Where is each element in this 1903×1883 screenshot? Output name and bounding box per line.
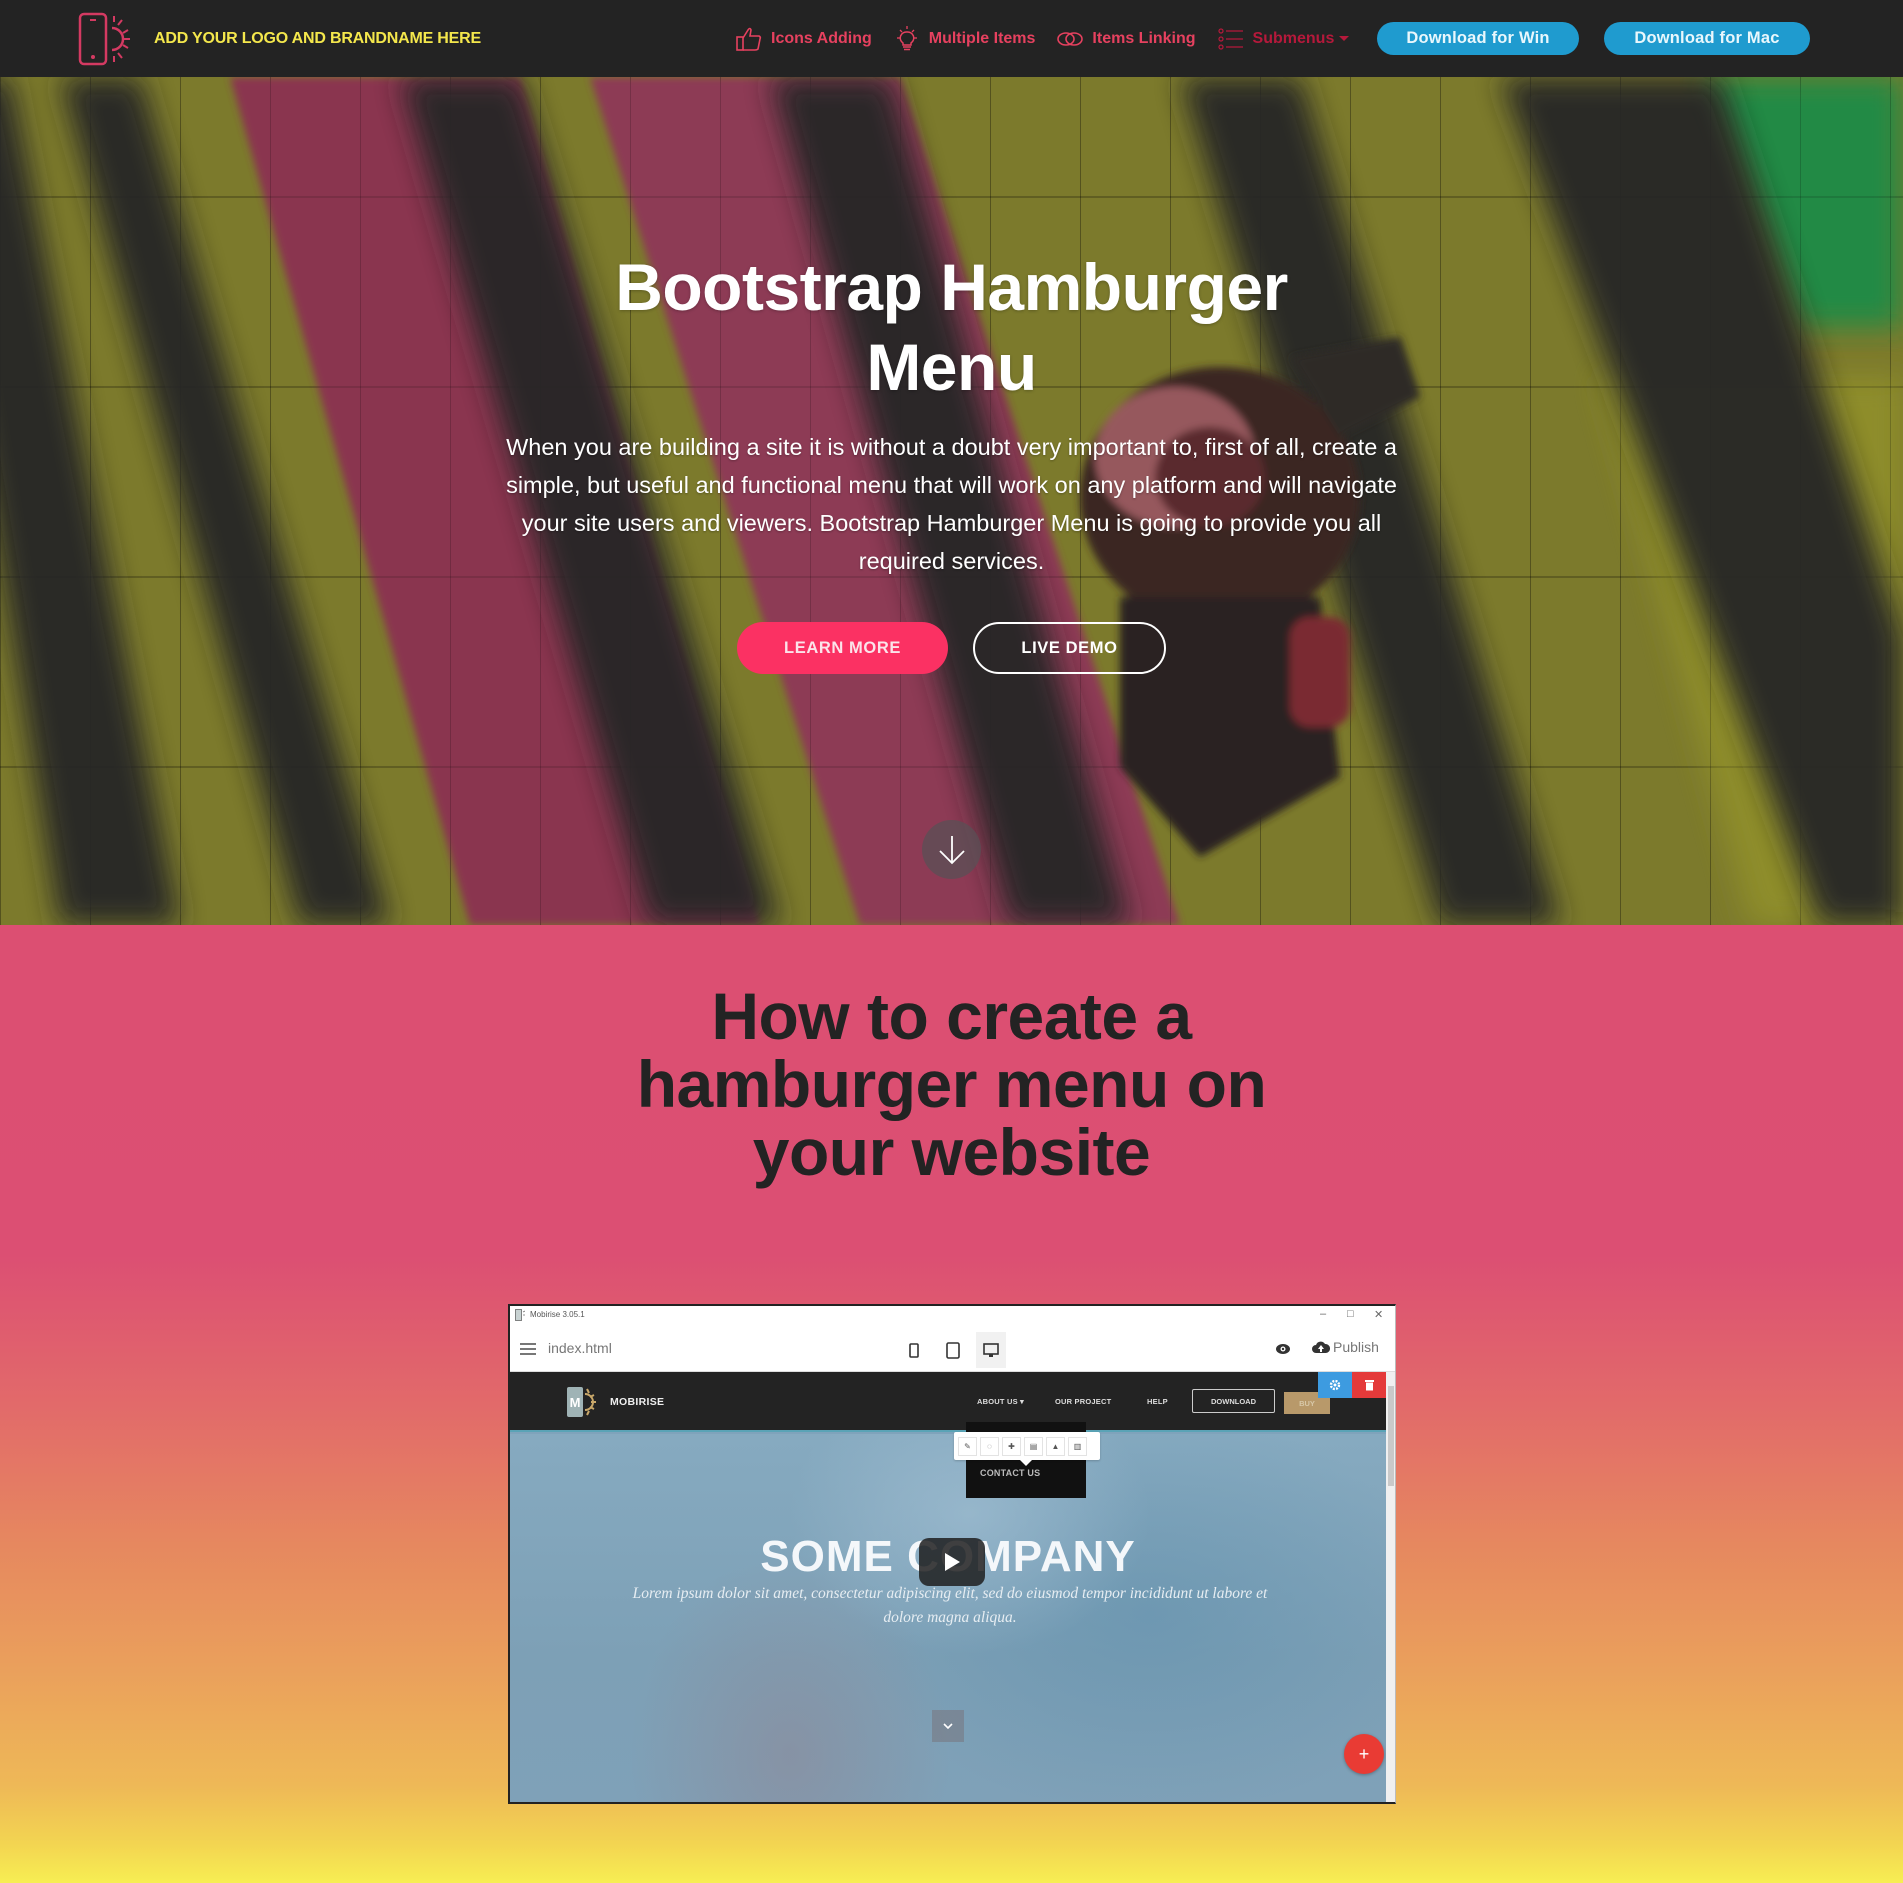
app-window-title: Mobirise 3.05.1 bbox=[530, 1310, 585, 1319]
site-nav-help[interactable]: HELP bbox=[1147, 1397, 1168, 1406]
link-edit-toolbar: ✎ ◌ ✚ ▤ ▲ ▥ bbox=[954, 1432, 1100, 1466]
site-nav-project[interactable]: OUR PROJECT bbox=[1055, 1397, 1111, 1406]
tablet-view-button[interactable] bbox=[938, 1332, 968, 1368]
phone-sun-logo-icon bbox=[78, 12, 130, 66]
live-demo-button[interactable]: LIVE DEMO bbox=[973, 622, 1166, 674]
mobirise-logo-icon: M bbox=[567, 1387, 596, 1417]
link-icon[interactable]: ✎ bbox=[958, 1436, 977, 1456]
thumbs-up-icon bbox=[736, 27, 762, 51]
dropdown-item-contact-us[interactable]: CONTACT US bbox=[980, 1468, 1040, 1478]
download-win-button[interactable]: Download for Win bbox=[1377, 22, 1579, 55]
site-preview: M MOBIRISE ABOUT US ▾ OUR PROJECT HELP D… bbox=[510, 1372, 1386, 1802]
mobile-icon bbox=[909, 1342, 919, 1358]
app-toolbar: index.html Publish bbox=[510, 1326, 1395, 1372]
nav-links: Icons Adding Multiple Items Items Linkin… bbox=[735, 0, 1370, 77]
hero-description: When you are building a site it is witho… bbox=[506, 434, 1397, 574]
download-mac-button[interactable]: Download for Mac bbox=[1604, 22, 1810, 55]
delete-item-icon[interactable]: ▥ bbox=[1068, 1436, 1087, 1456]
caret-down-icon bbox=[1339, 36, 1350, 41]
play-icon bbox=[945, 1553, 960, 1571]
plus-icon: + bbox=[1358, 1743, 1370, 1764]
nav-link-label: Multiple Items bbox=[928, 29, 1036, 47]
gear-icon bbox=[1329, 1379, 1341, 1391]
maximize-icon[interactable]: □ bbox=[1347, 1308, 1354, 1320]
icon-picker-icon[interactable]: ◌ bbox=[980, 1436, 999, 1456]
nav-link-icons-adding[interactable]: Icons Adding bbox=[735, 25, 872, 53]
nav-link-submenus[interactable]: Submenus bbox=[1217, 25, 1350, 53]
hero-title-line2: Menu bbox=[866, 330, 1037, 404]
desktop-icon bbox=[983, 1342, 999, 1357]
hamburger-menu-icon[interactable] bbox=[520, 1342, 536, 1356]
svg-text:M: M bbox=[570, 1395, 581, 1410]
cloud-upload-icon bbox=[1312, 1341, 1330, 1353]
mobile-view-button[interactable] bbox=[899, 1332, 929, 1368]
howto-title-line2: hamburger menu on bbox=[636, 1047, 1267, 1121]
site-brand: MOBIRISE bbox=[610, 1396, 665, 1408]
minimize-icon[interactable]: – bbox=[1320, 1308, 1326, 1320]
arrow-down-icon bbox=[938, 835, 965, 864]
toolbar-pointer bbox=[1020, 1460, 1032, 1466]
publish-button[interactable]: Publish bbox=[1312, 1339, 1379, 1355]
add-block-fab[interactable]: + bbox=[1344, 1734, 1384, 1774]
nav-link-label: Submenus bbox=[1252, 29, 1335, 47]
brand-name: ADD YOUR LOGO AND BRANDNAME HERE bbox=[154, 30, 481, 47]
trash-icon bbox=[1364, 1380, 1374, 1391]
add-submenu-icon[interactable]: ▤ bbox=[1024, 1436, 1043, 1456]
app-filename: index.html bbox=[548, 1340, 612, 1356]
navbar: ADD YOUR LOGO AND BRANDNAME HERE Icons A… bbox=[0, 0, 1903, 77]
video-play-button[interactable] bbox=[919, 1538, 985, 1586]
preview-eye-icon[interactable] bbox=[1274, 1342, 1292, 1356]
site-scroll-down-button[interactable] bbox=[932, 1710, 964, 1742]
chevron-down-icon bbox=[943, 1723, 953, 1729]
scrollbar-thumb[interactable] bbox=[1388, 1386, 1394, 1486]
nav-link-items-linking[interactable]: Items Linking bbox=[1056, 25, 1196, 53]
add-item-icon[interactable]: ✚ bbox=[1002, 1436, 1021, 1456]
hero-section: Bootstrap Hamburger Menu When you are bu… bbox=[0, 77, 1903, 925]
tablet-icon bbox=[946, 1341, 960, 1359]
close-icon[interactable]: ✕ bbox=[1374, 1308, 1383, 1321]
link-icon bbox=[1057, 31, 1084, 46]
block-delete-button[interactable] bbox=[1352, 1372, 1386, 1398]
move-up-icon[interactable]: ▲ bbox=[1046, 1436, 1065, 1456]
site-navbar: M MOBIRISE ABOUT US ▾ OUR PROJECT HELP D… bbox=[510, 1372, 1386, 1432]
site-subtitle: Lorem ipsum dolor sit amet, consectetur … bbox=[632, 1585, 1268, 1626]
mobirise-app-icon bbox=[515, 1309, 525, 1321]
app-titlebar: Mobirise 3.05.1 – □ ✕ bbox=[510, 1306, 1395, 1326]
site-nav-about[interactable]: ABOUT US ▾ bbox=[977, 1397, 1024, 1406]
hero-title-line1: Bootstrap Hamburger bbox=[615, 250, 1288, 324]
hero-title: Bootstrap Hamburger Menu bbox=[0, 247, 1903, 407]
nav-link-label: Items Linking bbox=[1092, 29, 1196, 47]
howto-title-line3: your website bbox=[752, 1115, 1151, 1189]
howto-title: How to create a hamburger menu on your w… bbox=[0, 982, 1903, 1186]
lightbulb-icon bbox=[896, 25, 917, 50]
desktop-view-button[interactable] bbox=[976, 1332, 1006, 1368]
nav-link-multiple-items[interactable]: Multiple Items bbox=[893, 25, 1036, 53]
nav-link-label: Icons Adding bbox=[771, 29, 872, 47]
howto-title-line1: How to create a bbox=[711, 979, 1192, 1053]
brand[interactable]: ADD YOUR LOGO AND BRANDNAME HERE bbox=[78, 12, 481, 66]
app-scrollbar[interactable] bbox=[1386, 1372, 1395, 1802]
publish-label: Publish bbox=[1333, 1339, 1379, 1355]
scroll-down-button[interactable] bbox=[922, 820, 981, 879]
site-download-button[interactable]: DOWNLOAD bbox=[1192, 1389, 1275, 1413]
tutorial-video[interactable]: Mobirise 3.05.1 – □ ✕ index.html Publish… bbox=[508, 1304, 1396, 1804]
learn-more-button[interactable]: LEARN MORE bbox=[737, 622, 948, 674]
list-icon bbox=[1217, 27, 1243, 50]
block-settings-button[interactable] bbox=[1318, 1372, 1352, 1398]
